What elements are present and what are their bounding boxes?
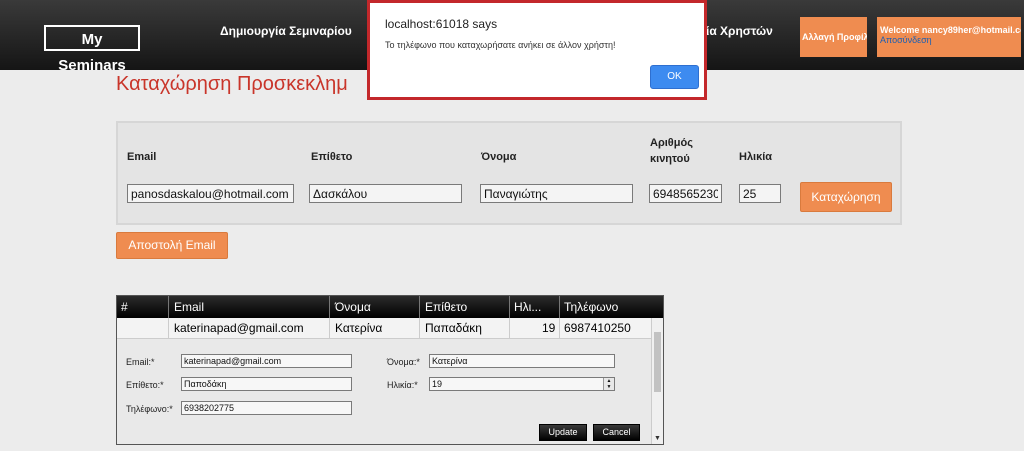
alert-dialog: localhost:61018 says Το τηλέφωνο που κατ… [367,0,707,100]
page-title: Καταχώρηση Προσκεκλημ [116,73,348,95]
edit-first-name-label: Όνομα:* [387,357,420,367]
edit-last-name-label: Επίθετο:* [126,380,164,390]
column-header-age[interactable]: Ηλι... [514,300,541,314]
dialog-message: Το τηλέφωνο που καταχωρήσατε ανήκει σε ά… [385,40,616,50]
column-header-last-name[interactable]: Επίθετο [425,300,467,314]
row-first-name: Κατερίνα [335,321,383,335]
scroll-down-icon[interactable]: ▼ [654,435,661,442]
mobile-field[interactable] [649,184,722,203]
logout-link[interactable]: Αποσύνδεση [880,35,1019,45]
grid-scrollbar[interactable]: ▼ [651,318,663,444]
register-button[interactable]: Καταχώρηση [800,182,892,212]
edit-age-label: Ηλικία:* [387,380,418,390]
column-header-email[interactable]: Email [174,300,204,314]
column-header-first-name[interactable]: Όνομα [335,300,371,314]
first-name-field[interactable] [480,184,633,203]
email-label: Email [127,151,157,163]
edit-first-name-field[interactable]: Κατερίνα [429,354,615,368]
scroll-thumb[interactable] [654,332,661,392]
edit-age-value: 19 [432,379,443,389]
invitee-form-panel: Email Επίθετο Όνομα Αριθμός κινητού Ηλικ… [116,121,902,225]
edit-age-field[interactable]: 19 ▲ ▼ [429,377,615,391]
send-email-button[interactable]: Αποστολή Email [116,232,228,259]
edit-phone-label: Τηλέφωνο:* [126,404,173,414]
grid-header: # Email Όνομα Επίθετο Ηλι... Τηλέφωνο [117,296,663,318]
cancel-button[interactable]: Cancel [593,424,640,441]
last-name-field[interactable] [309,184,462,203]
welcome-text: Welcome nancy89her@hotmail.com [880,25,1021,35]
invitees-grid: # Email Όνομα Επίθετο Ηλι... Τηλέφωνο ka… [116,295,664,445]
age-field[interactable] [739,184,781,203]
first-name-label: Όνομα [481,151,517,163]
row-phone: 6987410250 [564,321,631,335]
nav-users[interactable]: ία Χρηστών [706,24,773,38]
change-profile-button[interactable]: Αλλαγή Προφίλ [800,17,867,57]
column-header-index[interactable]: # [121,300,128,314]
last-name-label: Επίθετο [311,151,353,163]
row-email: katerinapad@gmail.com [174,321,304,335]
welcome-box: Welcome nancy89her@hotmail.com Αποσύνδεσ… [877,17,1021,57]
column-header-phone[interactable]: Τηλέφωνο [564,300,618,314]
edit-email-field[interactable]: katerinapad@gmail.com [181,354,352,368]
email-field[interactable] [127,184,294,203]
row-last-name: Παπαδάκη [425,321,482,335]
mobile-label: Αριθμός κινητού [650,137,693,165]
row-age: 19 [542,321,556,335]
nav-create-seminar[interactable]: Δημιουργία Σεμιναρίου [220,24,352,38]
ok-button[interactable]: OK [650,65,699,89]
update-button[interactable]: Update [539,424,587,441]
brand-logo[interactable]: My Seminars [44,25,140,74]
dialog-host: localhost:61018 says [385,17,498,31]
edit-phone-field[interactable]: 6938202775 [181,401,352,415]
edit-email-label: Email:* [126,357,155,367]
edit-last-name-field[interactable]: Παποδάκη [181,377,352,391]
spinner-icon[interactable]: ▲ ▼ [603,378,614,390]
age-label: Ηλικία [739,151,773,163]
table-row[interactable]: katerinapad@gmail.com Κατερίνα Παπαδάκη … [117,318,651,339]
